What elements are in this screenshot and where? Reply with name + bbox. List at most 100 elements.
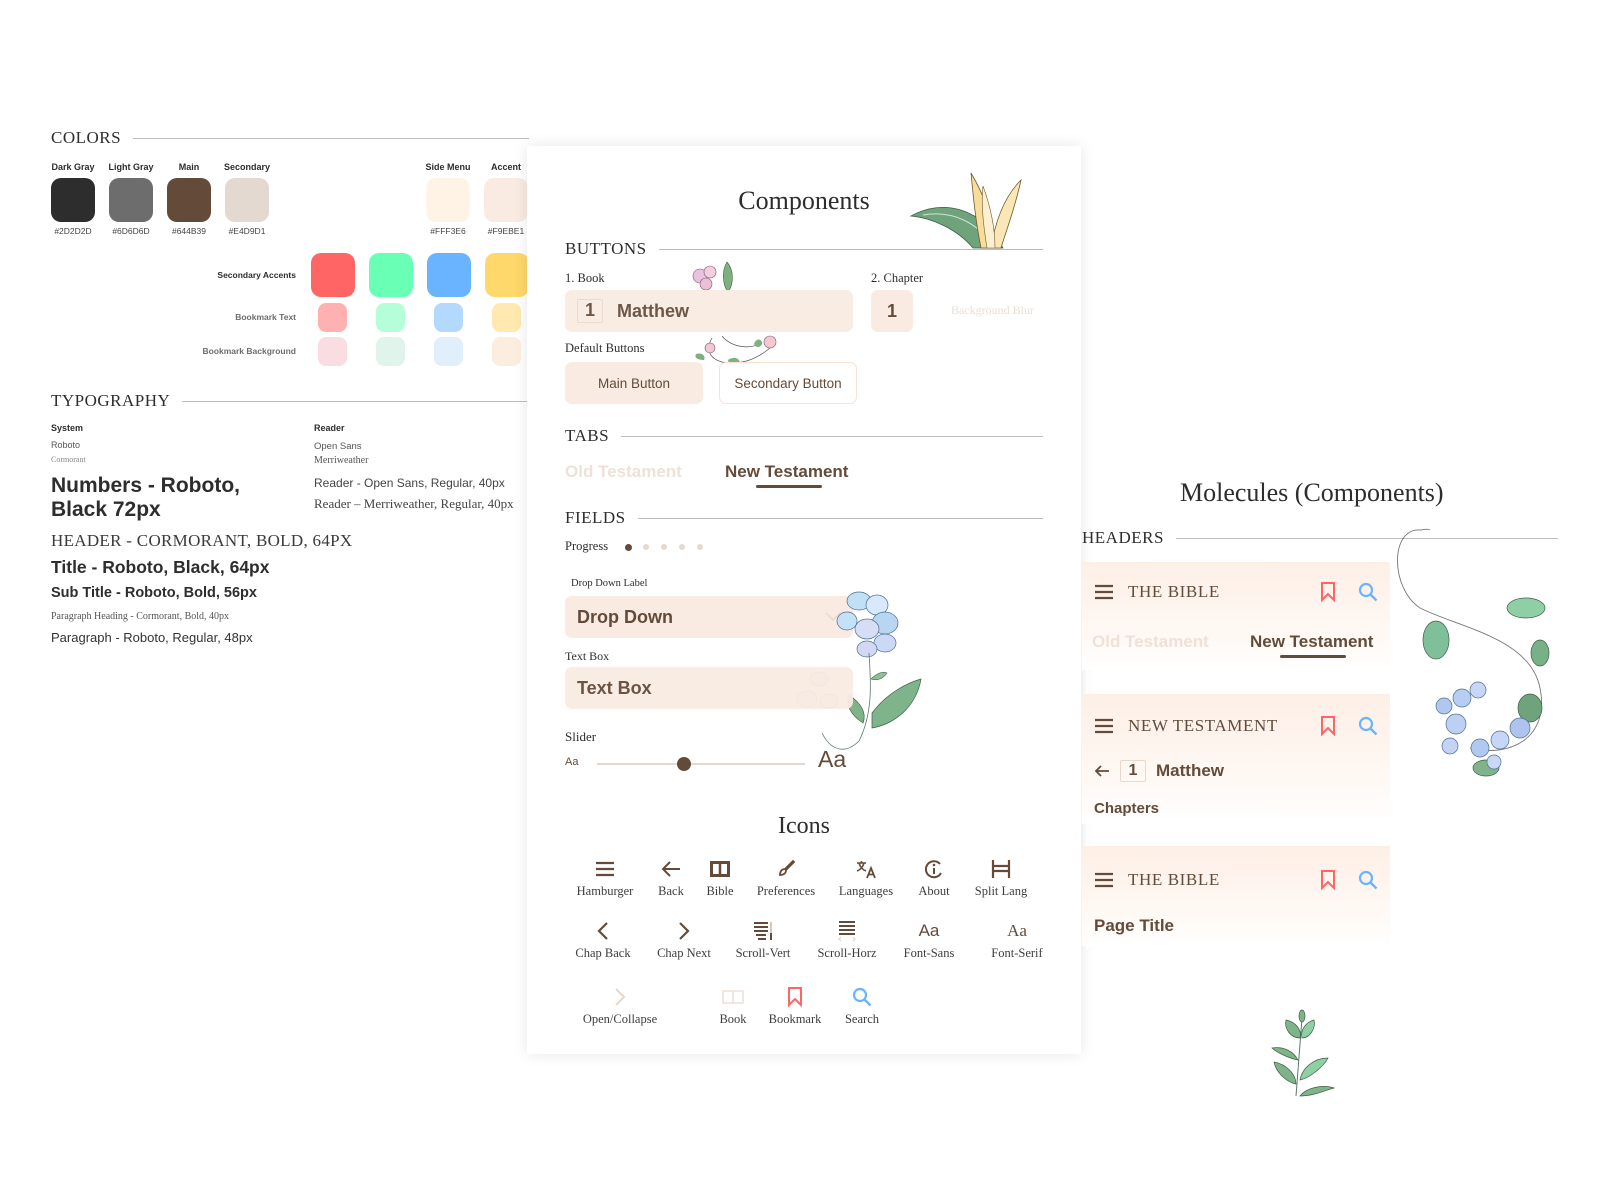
bookmark-icon <box>788 987 802 1007</box>
progress-dot <box>679 544 685 550</box>
font-size-slider[interactable] <box>597 757 805 771</box>
font-sans-icon: Aa <box>918 921 940 940</box>
swatch-label: Light Gray <box>108 162 154 172</box>
header-title: NEW TESTAMENT <box>1128 716 1278 735</box>
vine-illustration-icon <box>1397 528 1550 777</box>
header-title: THE BIBLE <box>1128 582 1220 601</box>
tab-old-testament[interactable]: Old Testament <box>1092 632 1209 652</box>
swatch-label: Secondary <box>223 162 271 172</box>
headers-heading: HEADERS <box>1082 528 1164 547</box>
divider <box>637 517 1043 519</box>
main-button[interactable]: Main Button <box>565 362 703 404</box>
hamburger-icon[interactable] <box>1094 718 1114 734</box>
tabs-section-heading: TABS <box>565 426 1043 446</box>
icon-item-scroll-vert: Scroll-Vert <box>723 918 803 961</box>
typography-sample-paragraph-heading: Paragraph Heading - Cormorant, Bold, 40p… <box>51 611 230 622</box>
swatch-main <box>167 178 211 222</box>
divider <box>621 435 1043 437</box>
icon-label: Scroll-Vert <box>735 946 791 960</box>
icon-label: Scroll-Horz <box>817 946 877 960</box>
swatch-label: Side Menu <box>425 162 471 172</box>
progress-label: Progress <box>565 539 609 553</box>
book-name[interactable]: Matthew <box>1156 761 1224 781</box>
chapter-selector-button[interactable]: 1 <box>871 290 913 332</box>
chevron-left-icon <box>597 922 608 940</box>
bookmark-icon[interactable] <box>1320 870 1336 890</box>
typography-sample-paragraph: Paragraph - Roboto, Regular, 48px <box>51 630 253 645</box>
back-arrow-icon[interactable] <box>1094 763 1110 779</box>
typography-sample-subtitle: Sub Title - Roboto, Bold, 56px <box>51 585 257 601</box>
search-icon[interactable] <box>1358 716 1378 736</box>
typography-sample-title: Title - Roboto, Black, 64px <box>51 557 270 577</box>
active-tab-indicator <box>756 485 822 488</box>
chapters-subtitle: Chapters <box>1094 800 1160 817</box>
swatch-accent-red <box>311 253 355 297</box>
hamburger-icon[interactable] <box>1094 872 1114 888</box>
chevron-right-icon <box>679 922 690 940</box>
search-icon[interactable] <box>1358 582 1378 602</box>
tab-new-testament[interactable]: New Testament <box>1250 632 1373 652</box>
swatch-secondary <box>225 178 269 222</box>
divider <box>658 248 1043 250</box>
typography-section-heading: TYPOGRAPHY <box>51 391 529 411</box>
divider <box>182 400 529 402</box>
secondary-button[interactable]: Secondary Button <box>719 362 857 404</box>
icon-item-chap-back: Chap Back <box>563 918 643 961</box>
hamburger-icon[interactable] <box>1094 584 1114 600</box>
swatch-bookmark-bg-green <box>376 337 405 366</box>
icon-item-font-sans: Aa Font-Sans <box>889 918 969 961</box>
swatch-accent-yellow <box>485 253 529 297</box>
back-arrow-icon <box>661 861 680 877</box>
icon-item-scroll-horz: Scroll-Horz <box>807 918 887 961</box>
molecules-title: Molecules (Components) <box>1180 478 1444 507</box>
swatch-bookmark-bg-red <box>318 337 347 366</box>
progress-dot-active <box>625 544 632 551</box>
book-number-icon: 1 <box>1120 760 1146 782</box>
slider-thumb[interactable] <box>677 757 692 771</box>
default-buttons-label: Default Buttons <box>565 341 645 355</box>
dropdown-label: Drop Down Label <box>571 578 648 589</box>
swatch-side-menu <box>426 178 470 222</box>
reader-fonts-label: Reader <box>314 423 345 433</box>
components-card: Components BUTTONS 1. Book 1 Matthew 2. … <box>527 146 1081 1054</box>
icon-item-preferences: Preferences <box>746 856 826 899</box>
search-icon[interactable] <box>1358 870 1378 890</box>
book-selector-button[interactable]: 1 Matthew <box>565 290 853 332</box>
open-book-icon <box>722 990 744 1004</box>
icon-item-search: Search <box>822 984 902 1027</box>
swatch-bookmark-text-green <box>376 303 405 332</box>
system-fonts-label: System <box>51 423 84 433</box>
page-title: Page Title <box>1094 916 1174 935</box>
hamburger-icon <box>596 861 614 877</box>
swatch-bookmark-bg-blue <box>434 337 463 366</box>
progress-dot <box>643 544 649 550</box>
bookmark-icon[interactable] <box>1320 716 1336 736</box>
tab-new-testament[interactable]: New Testament <box>725 462 848 482</box>
swatch-label: Main <box>178 162 200 172</box>
swatch-accent <box>484 178 528 222</box>
tab-old-testament[interactable]: Old Testament <box>565 462 682 482</box>
sprig-illustration-icon <box>1271 1009 1336 1097</box>
icon-label: Search <box>844 1012 879 1026</box>
fields-heading: FIELDS <box>565 508 626 527</box>
font-serif-icon: Aa <box>1007 921 1027 940</box>
header-molecule-bible-tabs: THE BIBLE Old Testament New Testament <box>1082 562 1390 670</box>
background-blur-label: Background Blur <box>951 303 1034 317</box>
icon-item-open-collapse: Open/Collapse <box>580 984 660 1027</box>
icon-label: Preferences <box>756 884 816 898</box>
text-box-value: Text Box <box>577 677 652 698</box>
icon-item-font-serif: Aa Font-Serif <box>977 918 1057 961</box>
reader-font-open-sans: Open Sans <box>314 441 362 452</box>
system-font-cormorant: Cormorant <box>51 455 86 464</box>
swatch-light-gray <box>109 178 153 222</box>
text-box-input[interactable]: Text Box <box>565 667 853 709</box>
typography-sample-numbers: Numbers - Roboto, Black 72px <box>51 474 240 521</box>
typography-sample-reader-open-sans: Reader - Open Sans, Regular, 40px <box>314 476 505 490</box>
textbox-label: Text Box <box>565 649 610 663</box>
bookmark-icon[interactable] <box>1320 582 1336 602</box>
header-molecule-new-testament: NEW TESTAMENT 1 Matthew Chapters <box>1082 694 1390 824</box>
scroll-vertical-icon <box>754 922 772 940</box>
swatch-bookmark-bg-yellow <box>492 337 521 366</box>
bookmark-background-label: Bookmark Background <box>202 346 296 356</box>
fields-section-heading: FIELDS <box>565 508 1043 528</box>
